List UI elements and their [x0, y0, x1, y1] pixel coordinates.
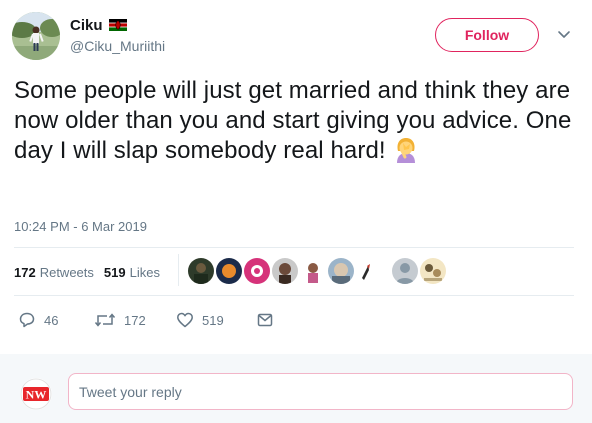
divider [14, 247, 574, 248]
tweet-text: Some people will just get married and th… [14, 76, 584, 171]
retweets-label: Retweets [39, 264, 94, 280]
like-action[interactable]: 519 [176, 310, 224, 330]
author-name[interactable]: Ciku [70, 17, 103, 34]
direct-message-action[interactable] [256, 310, 274, 330]
retweet-count: 172 [124, 312, 146, 328]
retweet-icon [94, 313, 116, 327]
divider [14, 295, 574, 296]
liker-avatar[interactable] [358, 258, 372, 284]
tweet-timestamp[interactable]: 10:24 PM - 6 Mar 2019 [14, 219, 147, 234]
retweet-action[interactable]: 172 [94, 310, 146, 330]
author-name-row: Ciku [70, 15, 127, 35]
liker-avatar[interactable] [328, 258, 354, 284]
retweets-count: 172 [14, 264, 36, 280]
liker-avatar[interactable] [420, 258, 446, 284]
facepalm-emoji-icon [394, 137, 418, 171]
author-avatar[interactable] [12, 12, 60, 60]
liker-avatar[interactable] [300, 258, 326, 284]
stats-separator [178, 254, 179, 286]
reply-count: 46 [44, 312, 59, 328]
chevron-down-icon[interactable] [556, 26, 572, 42]
kenya-flag-icon [108, 19, 127, 31]
tweet-text-content: Some people will just get married and th… [14, 77, 572, 164]
liker-avatar[interactable] [188, 258, 214, 284]
heart-icon [177, 312, 193, 328]
likes-label: Likes [129, 264, 160, 280]
like-count: 519 [202, 312, 224, 328]
reply-input[interactable]: Tweet your reply [68, 373, 573, 410]
likes-count: 519 [103, 264, 126, 280]
engagement-stats: 172 Retweets 519 Likes [14, 262, 170, 282]
author-handle[interactable]: @Ciku_Muriithi [70, 38, 165, 54]
liker-avatar[interactable] [392, 258, 418, 284]
envelope-icon [257, 313, 273, 327]
liker-avatar[interactable] [272, 258, 298, 284]
follow-button[interactable]: Follow [435, 18, 539, 52]
likes-stat[interactable]: 519 Likes [104, 265, 160, 280]
reply-avatar-logo: NW [26, 388, 47, 402]
retweet-stat[interactable]: 172 Retweets [14, 265, 94, 280]
liker-avatar[interactable] [244, 258, 270, 284]
reply-user-avatar[interactable]: NW [20, 378, 52, 410]
liker-avatar[interactable] [216, 258, 242, 284]
reply-icon [19, 312, 35, 328]
reply-action[interactable]: 46 [18, 310, 58, 330]
